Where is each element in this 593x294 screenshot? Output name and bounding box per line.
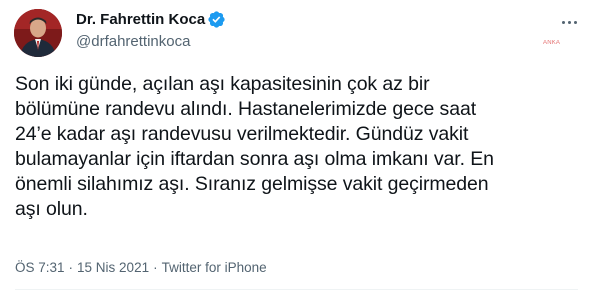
tweet-time[interactable]: ÖS 7:31 [15,260,65,275]
profile-photo-icon [14,9,62,57]
avatar[interactable] [14,9,62,57]
tweet-metadata: ÖS 7:31 · 15 Nis 2021 · Twitter for iPhone [15,260,267,275]
author-handle[interactable]: @drfahrettinkoca [76,33,190,50]
more-options-icon[interactable] [556,12,582,32]
author-display-name[interactable]: Dr. Fahrettin Koca [76,11,205,28]
watermark: ANKA [543,40,561,46]
divider [15,289,578,290]
tweet-card: Dr. Fahrettin Koca @drfahrettinkoca ANKA… [0,0,593,294]
tweet-text: Son iki günde, açılan aşı kapasitesinin … [15,73,494,220]
verified-badge-icon [208,11,225,28]
meta-separator: · [68,260,74,275]
tweet-date[interactable]: 15 Nis 2021 [77,260,149,275]
tweet-source[interactable]: Twitter for iPhone [162,260,267,275]
meta-separator: · [153,260,158,275]
